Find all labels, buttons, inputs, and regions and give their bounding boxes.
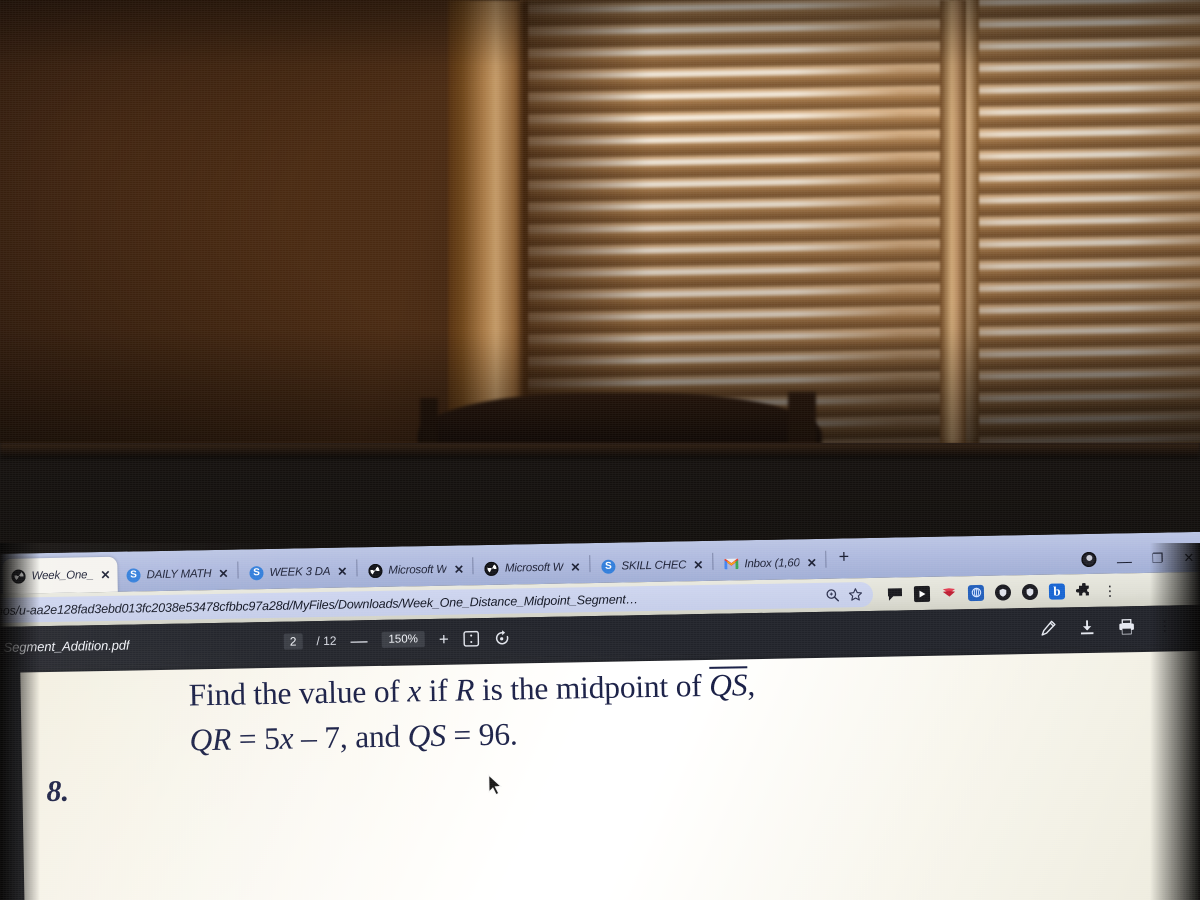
q-line1-pre: Find the value of xyxy=(188,673,408,713)
tab-separator xyxy=(356,558,358,576)
photo-vignette xyxy=(0,0,1200,470)
new-tab-button[interactable]: + xyxy=(829,546,858,570)
print-icon[interactable] xyxy=(1117,618,1135,635)
page-separator: / xyxy=(316,634,320,649)
tab-separator xyxy=(825,550,827,568)
bitwarden-b-icon[interactable]: b xyxy=(1048,582,1066,600)
q-eq1: = 5 xyxy=(230,720,280,757)
q-line2-rest: – 7, and xyxy=(293,718,409,756)
close-icon[interactable]: ✕ xyxy=(99,567,111,581)
gmail-icon xyxy=(724,557,739,571)
tab-label: Week_One_ xyxy=(31,568,94,582)
download-icon[interactable] xyxy=(1078,618,1095,635)
q-segment-qs-2: QS xyxy=(407,717,447,754)
fit-page-icon[interactable] xyxy=(463,630,480,647)
tab-daily-math[interactable]: S DAILY MATH ✕ xyxy=(117,557,236,592)
star-icon[interactable] xyxy=(848,587,863,602)
puzzle-extensions-icon[interactable] xyxy=(1075,582,1092,598)
pdf-icon xyxy=(368,563,383,578)
blue-app-icon[interactable] xyxy=(967,584,985,601)
window-controls: — ❐ ✕ xyxy=(1081,550,1200,574)
extensions-tray: b ⋮ xyxy=(873,582,1129,603)
minimize-button[interactable]: — xyxy=(1117,553,1132,570)
dark-shield-icon[interactable] xyxy=(994,583,1012,601)
dark-shield-icon-2[interactable] xyxy=(1021,583,1039,600)
tab-separator xyxy=(712,552,714,570)
tab-label: Microsoft W xyxy=(388,563,447,577)
laptop-bezel-top-edge xyxy=(0,443,1200,459)
zoom-level: 150% xyxy=(381,631,426,648)
q-line1-post: is the midpoint of xyxy=(473,667,710,708)
tab-microsoft-word-1[interactable]: Microsoft W ✕ xyxy=(359,552,471,587)
schoology-s-icon: S xyxy=(601,559,616,574)
schoology-s-icon: S xyxy=(126,567,141,583)
tab-label: DAILY MATH xyxy=(146,567,212,581)
screenshot-root: ✕ Week_One_ ✕ S DAILY MATH ✕ S WEEK 3 DA… xyxy=(0,0,1200,900)
pdf-icon xyxy=(11,568,26,584)
maximize-button[interactable]: ❐ xyxy=(1152,551,1164,566)
chrome-menu-icon[interactable]: ⋮ xyxy=(1103,582,1117,598)
tab-label: Inbox (1,60 xyxy=(744,556,800,570)
tab-skill-check[interactable]: S SKILL CHEC ✕ xyxy=(592,548,711,583)
tab-separator xyxy=(589,554,591,572)
question-text: Find the value of x if R is the midpoint… xyxy=(188,656,1119,762)
close-icon[interactable]: ✕ xyxy=(336,564,348,578)
close-icon[interactable]: ✕ xyxy=(806,555,818,569)
pdf-actions: ⋮ xyxy=(1039,616,1200,636)
close-icon[interactable]: ✕ xyxy=(453,562,465,576)
page-number-input[interactable]: 2 xyxy=(283,633,303,650)
q-segment-qr: QR xyxy=(189,721,232,758)
tab-label: SKILL CHEC xyxy=(621,558,687,573)
pencil-annotate-icon[interactable] xyxy=(1039,619,1056,636)
q-point-r: R xyxy=(454,672,475,708)
pdf-viewer: 8. Find the value of x if R is the midpo… xyxy=(0,644,1200,900)
close-icon[interactable]: ✕ xyxy=(692,558,704,572)
tab-gmail-inbox[interactable]: Inbox (1,60 ✕ xyxy=(715,546,824,581)
tab-label: Microsoft W xyxy=(504,561,564,575)
tab-microsoft-word-2[interactable]: Microsoft W ✕ xyxy=(476,550,588,585)
profile-avatar[interactable] xyxy=(1081,551,1097,568)
speech-bubble-icon[interactable] xyxy=(887,586,903,602)
pdf-icon xyxy=(484,561,500,576)
red-ribbon-icon[interactable] xyxy=(941,585,957,601)
q-line1-mid: if xyxy=(420,672,456,709)
rotate-icon[interactable] xyxy=(494,629,511,646)
pdf-page-and-zoom-controls: 2 / 12 — 150% + xyxy=(283,629,511,650)
question-number: 8. xyxy=(46,774,70,809)
tab-close-icon-leading[interactable]: ✕ xyxy=(0,582,1,594)
close-icon[interactable]: ✕ xyxy=(217,566,229,580)
pdf-filename: nt_Segment_Addition.pdf xyxy=(0,637,130,655)
tab-label: WEEK 3 DA xyxy=(269,565,331,579)
more-vertical-icon[interactable]: ⋮ xyxy=(1157,617,1171,633)
tab-separator xyxy=(237,561,239,579)
tab-week-one[interactable]: Week_One_ ✕ xyxy=(2,556,118,594)
browser-window: ✕ Week_One_ ✕ S DAILY MATH ✕ S WEEK 3 DA… xyxy=(0,531,1200,900)
total-pages: 12 xyxy=(322,633,337,648)
video-play-icon[interactable] xyxy=(913,585,931,602)
schoology-s-icon: S xyxy=(249,565,264,580)
pdf-page: 8. Find the value of x if R is the midpo… xyxy=(20,650,1200,900)
close-icon[interactable]: ✕ xyxy=(569,560,581,574)
q-var-x: x xyxy=(406,673,422,709)
zoom-out-button[interactable]: — xyxy=(350,631,367,650)
close-window-button[interactable]: ✕ xyxy=(1183,550,1194,565)
zoom-in-button[interactable]: + xyxy=(439,629,449,648)
q-line1-comma: , xyxy=(746,667,756,703)
tab-separator xyxy=(472,556,475,574)
tab-week-3-day[interactable]: S WEEK 3 DA ✕ xyxy=(240,554,354,589)
q-segment-qs: QS xyxy=(708,666,748,703)
q-var-x-2: x xyxy=(279,720,294,756)
room-background-photo xyxy=(0,0,1200,470)
search-magnifier-icon[interactable] xyxy=(825,588,840,603)
q-eq2: = 96. xyxy=(445,716,518,753)
page-count: / 12 xyxy=(316,634,336,648)
